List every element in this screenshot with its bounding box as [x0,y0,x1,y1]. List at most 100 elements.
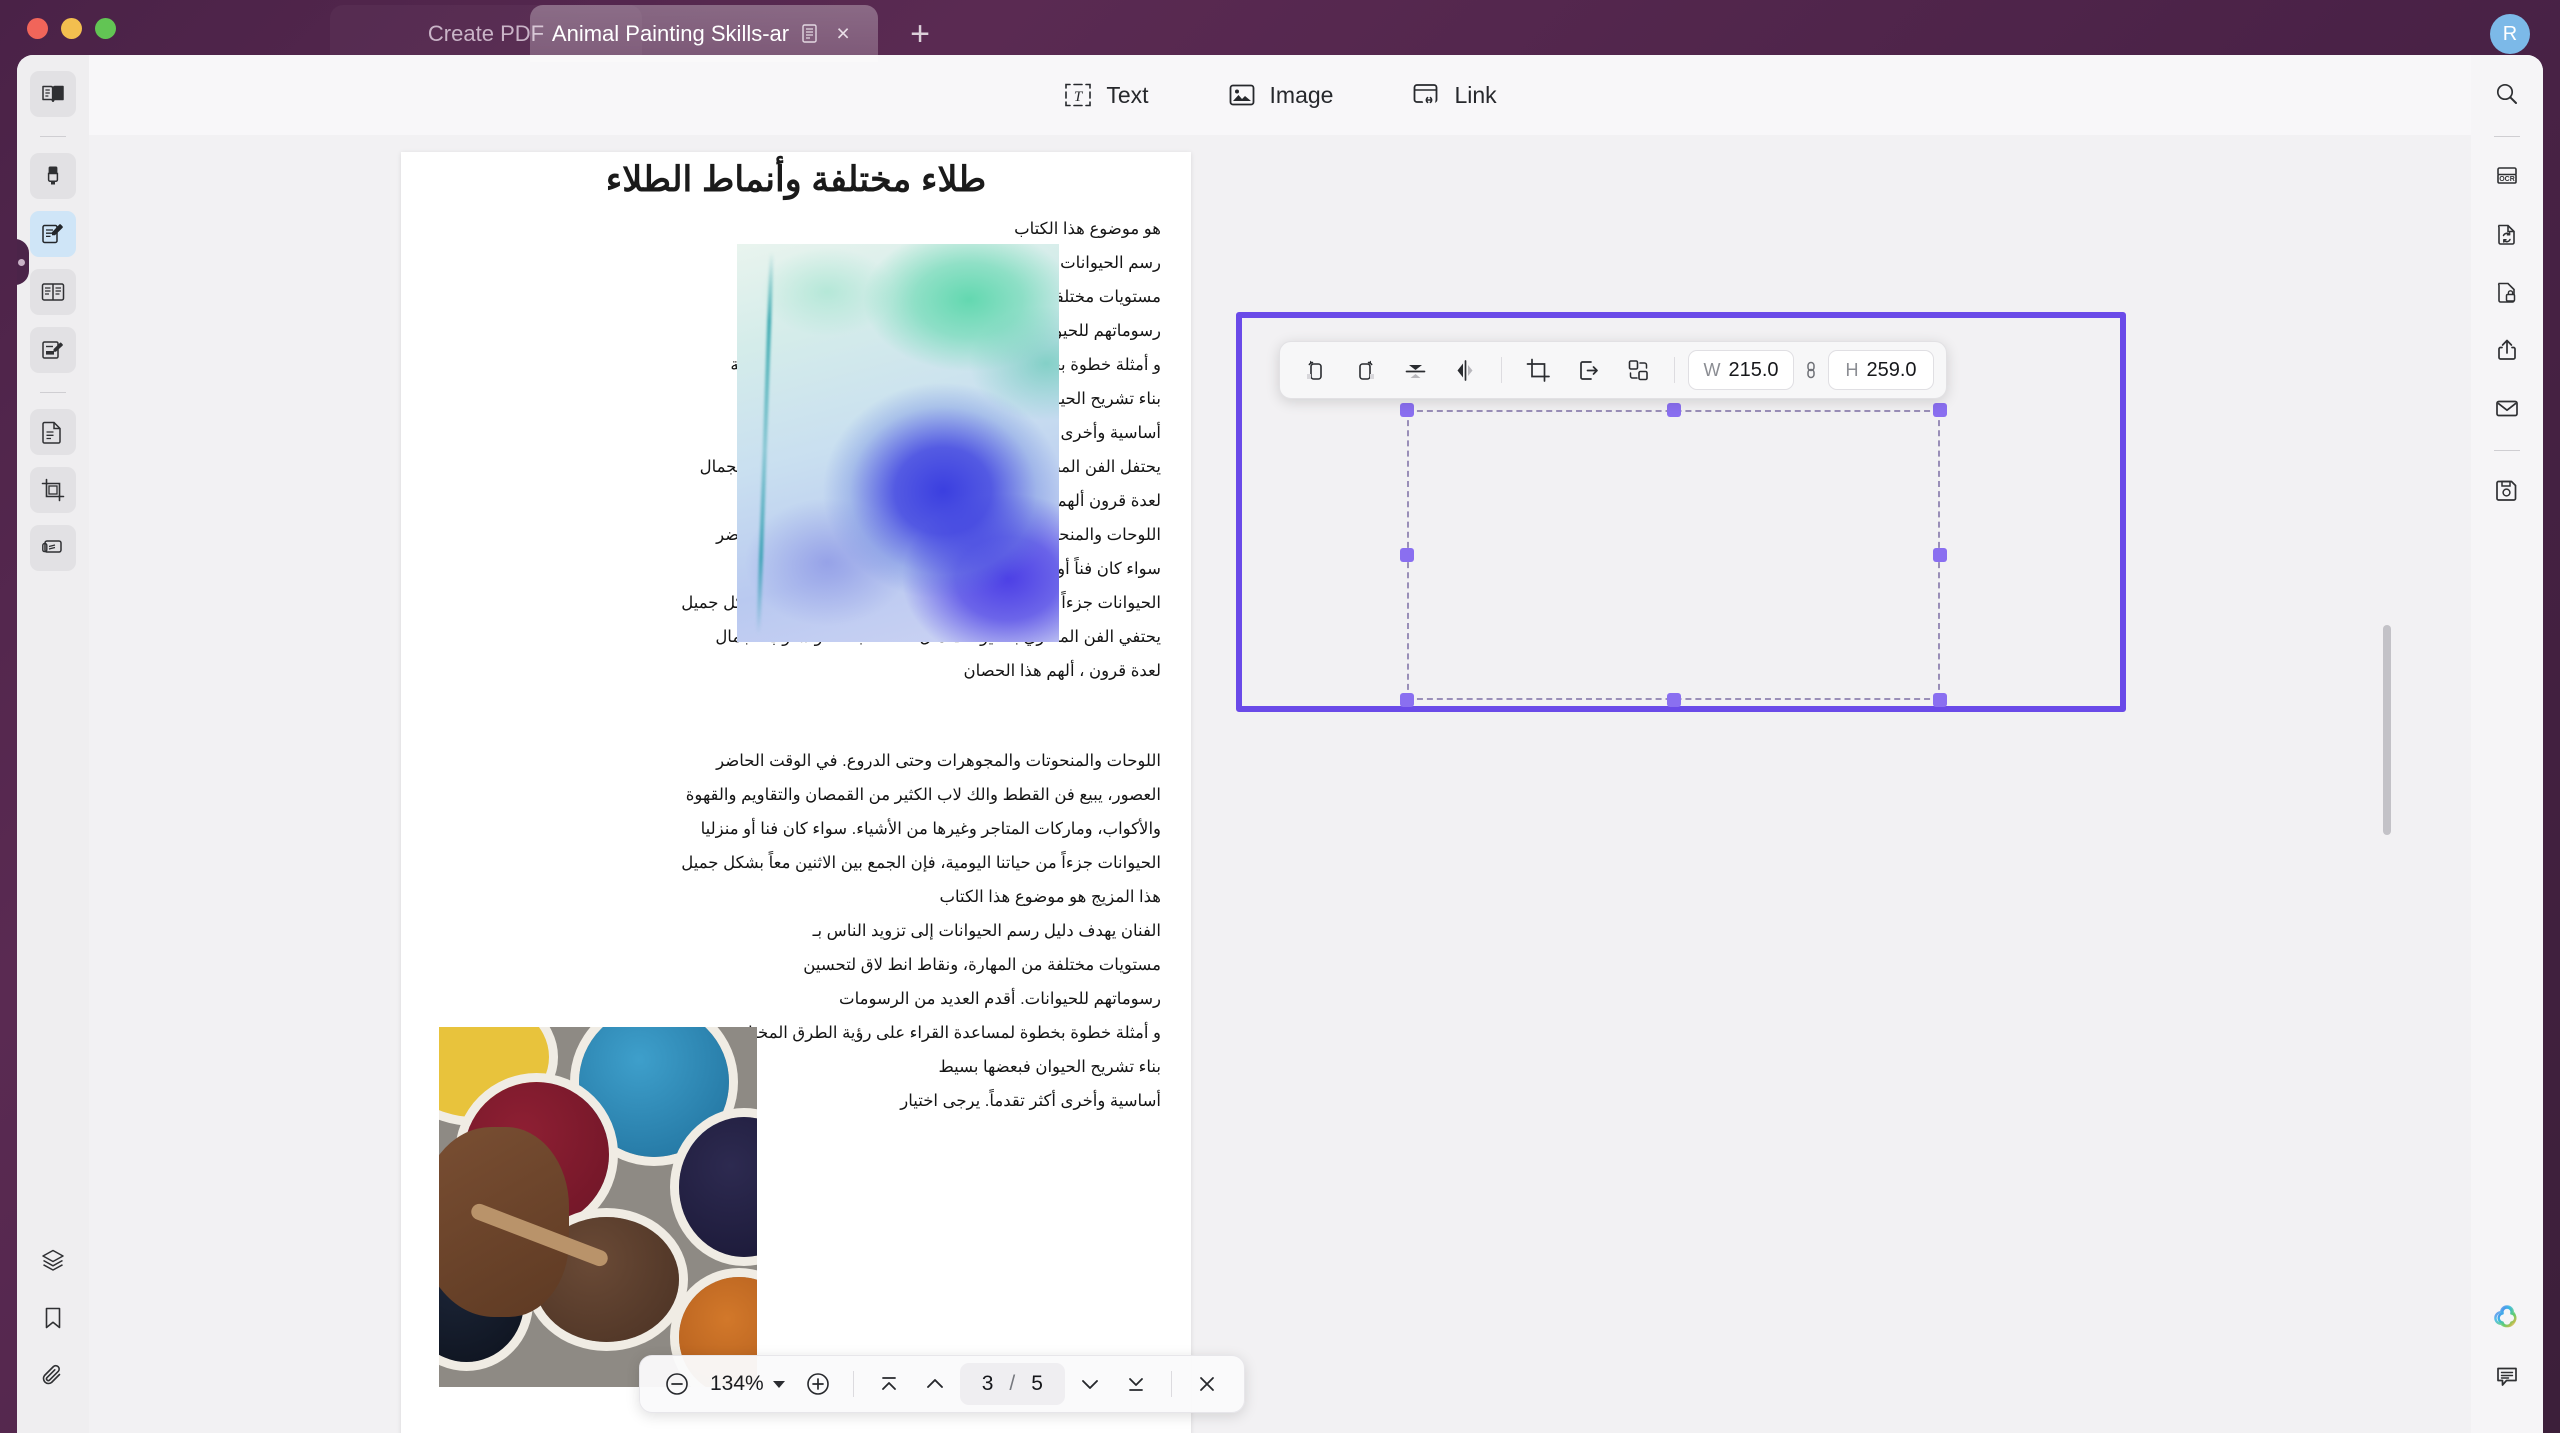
sidebar-item-save[interactable] [2484,467,2530,513]
watercolor-image[interactable] [737,244,1059,642]
chain-link-icon[interactable] [1798,350,1824,390]
close-window-button[interactable] [27,17,48,39]
resize-handle-middle-right[interactable] [1933,548,1947,562]
close-pagebar-button[interactable] [1186,1363,1228,1405]
right-tool-rail: OCR [2471,55,2543,1433]
rail-divider [40,136,66,137]
right-rail-divider [2494,136,2520,137]
zoom-out-button[interactable] [656,1363,698,1405]
lock-document-icon [2494,279,2520,305]
two-page-icon [40,279,66,305]
traffic-lights [27,17,116,39]
doc-text-line: لعدة قرون ، ألهم هذا الحصان [963,662,1161,680]
title-bar: Create PDF Animal Painting Skills-ar × +… [0,0,2560,62]
sidebar-item-page-layout[interactable] [30,269,76,315]
resize-handle-bottom-left[interactable] [1400,693,1414,707]
right-rail-divider-2 [2494,450,2520,451]
zoom-in-button[interactable] [797,1363,839,1405]
flip-vertical-button[interactable] [1392,348,1438,392]
doc-text-line: بناء تشريح الحيوان فبعضها بسيط [938,1058,1161,1076]
document-canvas[interactable]: طلاء مختلفة وأنماط الطلاء هو موضوع هذا ا… [89,135,2471,1433]
sidebar-item-bookmarks[interactable] [30,1295,76,1341]
doc-text-line: العصور، يبيع فن القطط والك لاب الكثير من… [685,786,1161,804]
ai-flower-icon [2491,1302,2523,1334]
zoom-window-button[interactable] [95,17,116,39]
add-text-button[interactable]: T Text [1053,74,1158,116]
doc-text-line: الفنان يهدف دليل رسم الحيوانات إلى تزويد… [812,922,1161,940]
height-unit-label: H [1845,359,1859,380]
resize-handle-bottom-right[interactable] [1933,693,1947,707]
share-icon [2494,337,2520,363]
add-link-button[interactable]: Link [1401,74,1506,116]
sidebar-item-comment[interactable] [2484,1353,2530,1399]
flip-horizontal-button[interactable] [1442,348,1488,392]
sidebar-item-layers[interactable] [30,1237,76,1283]
bookmark-icon [40,1305,66,1331]
pagebar-divider [852,1371,854,1397]
text-box-icon: T [1063,80,1093,110]
replace-image-button[interactable] [1615,348,1661,392]
sidebar-item-fill-and-sign[interactable] [30,327,76,373]
tab-close-icon[interactable]: × [830,21,856,47]
pdf-page[interactable]: طلاء مختلفة وأنماط الطلاء هو موضوع هذا ا… [401,152,1191,1433]
sidebar-item-convert[interactable] [2484,211,2530,257]
svg-text:T: T [1074,89,1084,105]
doc-text-line: و أمثلة خطوة بخطوة لمساعدة القراء على رؤ… [730,1024,1161,1042]
doc-text-line: مستويات مختلفة من المهارة، ونقاط انط لاق… [803,956,1161,974]
height-value: 259.0 [1866,358,1917,381]
comment-icon [2494,1363,2520,1389]
sidebar-item-read-mode[interactable] [30,71,76,117]
sidebar-item-highlight[interactable] [30,153,76,199]
sidebar-item-ocr[interactable]: OCR [2484,153,2530,199]
resize-handle-top-left[interactable] [1400,403,1414,417]
page-separator: / [1009,1372,1016,1395]
add-link-label: Link [1454,81,1497,108]
avatar[interactable]: R [2490,14,2530,54]
add-image-label: Image [1269,81,1334,108]
image-icon [1227,80,1257,110]
minimize-window-button[interactable] [61,17,82,39]
rotate-left-button[interactable] [1292,348,1338,392]
crop-image-button[interactable] [1515,348,1561,392]
page-navigation-bar: 134% 3 / 5 [639,1355,1245,1413]
sidebar-item-stamp[interactable] [30,525,76,571]
left-rail-bottom-group [30,1237,76,1433]
image-height-input[interactable]: H 259.0 [1828,350,1934,390]
link-icon [1411,80,1441,110]
first-page-button[interactable] [868,1363,910,1405]
toolbar-divider-2 [1674,357,1675,383]
sidebar-item-share[interactable] [2484,327,2530,373]
image-width-input[interactable]: W 215.0 [1688,350,1794,390]
paint-buckets-photo[interactable] [439,1027,757,1387]
resize-handle-top-right[interactable] [1933,403,1947,417]
sidebar-item-edit-content[interactable] [30,211,76,257]
next-page-button[interactable] [1069,1363,1111,1405]
zoom-level-dropdown[interactable]: 134% [702,1372,793,1396]
add-image-button[interactable]: Image [1217,74,1344,116]
ocr-icon: OCR [2494,163,2520,189]
tab-animal-painting-skills[interactable]: Animal Painting Skills-ar × [530,5,878,62]
new-tab-button[interactable]: + [900,14,940,54]
right-rail-bottom-group [2484,1295,2530,1433]
crop-icon [40,477,66,503]
sidebar-item-protect[interactable] [2484,269,2530,315]
sidebar-item-search[interactable] [2484,71,2530,117]
search-icon [2494,81,2520,107]
sidebar-item-crop-pages[interactable] [30,467,76,513]
rotate-right-button[interactable] [1342,348,1388,392]
sidebar-item-attachments[interactable] [30,1353,76,1399]
sidebar-item-organize-pages[interactable] [30,409,76,455]
page-indicator[interactable]: 3 / 5 [959,1363,1065,1405]
last-page-button[interactable] [1115,1363,1157,1405]
sign-document-icon [40,337,66,363]
image-format-toolbar: W 215.0 H 259.0 [1279,341,1947,399]
sidebar-item-email[interactable] [2484,385,2530,431]
resize-handle-middle-left[interactable] [1400,548,1414,562]
doc-text-line: رسوماتهم للحيوانات. أقدم العديد من الرسو… [839,990,1161,1008]
resize-handle-top-center[interactable] [1666,403,1681,417]
previous-page-button[interactable] [914,1363,956,1405]
sidebar-item-ai-assistant[interactable] [2484,1295,2530,1341]
resize-handle-bottom-center[interactable] [1666,693,1681,707]
vertical-scrollbar[interactable] [2383,625,2391,835]
extract-image-button[interactable] [1565,348,1611,392]
